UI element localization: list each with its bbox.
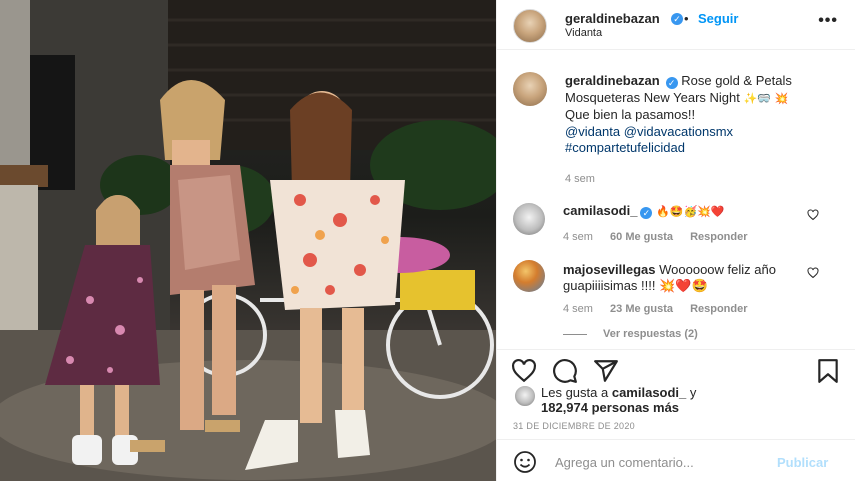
commenter-avatar[interactable] [513,203,545,235]
replies-divider [563,333,587,335]
mention-link[interactable]: @vidanta [565,124,620,139]
follow-button[interactable]: Seguir [698,11,738,26]
comment: camilasodi_ ✓ 🔥🤩🥳💥❤️ [563,203,793,220]
photo-illustration [0,0,496,481]
post-header: geraldinebazan ✓ • Seguir Vidanta ••• [497,0,855,50]
comment-meta: 4 sem 60 Me gusta Responder [563,231,748,243]
header-separator: • [684,11,689,26]
liker-avatar[interactable] [513,384,537,408]
likes-count[interactable]: 182,974 personas más [541,400,679,415]
hashtag-link[interactable]: #compartetufelicidad [565,140,685,155]
comment-likes[interactable]: 60 Me gusta [610,231,673,243]
reply-button[interactable]: Responder [690,303,747,315]
mention-link[interactable]: @vidavacationsmx [624,124,733,139]
likes-and: y [689,385,697,400]
like-comment-icon[interactable] [807,209,819,221]
share-icon[interactable] [593,358,619,384]
post-location[interactable]: Vidanta [565,27,602,39]
publish-button[interactable]: Publicar [777,455,828,470]
caption-time[interactable]: 4 sem [565,173,595,185]
caption-author-avatar[interactable] [513,72,547,106]
comment-text: 🔥🤩🥳💥❤️ [656,205,725,218]
comment-time[interactable]: 4 sem [563,303,593,315]
caption-emoji-2: 💥 [774,91,789,105]
instagram-post: geraldinebazan ✓ • Seguir Vidanta ••• ge… [0,0,855,481]
comment-icon[interactable] [552,358,578,384]
comment-username[interactable]: majosevillegas [563,262,656,277]
comment-username[interactable]: camilasodi_ [563,203,637,218]
post-sidebar: geraldinebazan ✓ • Seguir Vidanta ••• ge… [496,0,855,481]
view-replies-button[interactable]: Ver respuestas (2) [563,328,698,340]
bookmark-icon[interactable] [815,358,841,384]
commenter-avatar[interactable] [513,260,545,292]
comment-composer: Publicar [497,439,855,481]
comment-time[interactable]: 4 sem [563,231,593,243]
author-avatar[interactable] [513,9,547,43]
emoji-icon[interactable] [513,450,537,474]
caption-text-line3: Que bien la pasamos!! [565,107,696,122]
comment: majosevillegas Woooooow feliz año guapii… [563,262,793,294]
caption-emoji-1: ✨🥽 [743,91,771,105]
verified-badge-icon: ✓ [665,77,678,89]
likes-user[interactable]: camilasodi_ [612,385,686,400]
post-date[interactable]: 31 DE DICIEMBRE DE 2020 [513,421,635,431]
verified-badge-icon: ✓ [671,13,683,25]
verified-badge-icon: ✓ [640,207,653,219]
more-options-icon[interactable]: ••• [818,12,838,30]
likes-prefix: Les gusta a [541,385,609,400]
comment-meta: 4 sem 23 Me gusta Responder [563,303,748,315]
comment-likes[interactable]: 23 Me gusta [610,303,673,315]
post-caption: geraldinebazan ✓ Rose gold & Petals Mosqu… [565,73,827,157]
likes-summary[interactable]: Les gusta a camilasodi_ y 182,974 person… [541,385,741,415]
post-photo[interactable] [0,0,496,481]
heart-icon[interactable] [511,358,537,384]
like-comment-icon[interactable] [807,267,819,279]
view-replies-label: Ver respuestas (2) [603,328,698,340]
comment-input[interactable] [555,451,765,473]
author-username[interactable]: geraldinebazan [565,11,660,26]
caption-username[interactable]: geraldinebazan [565,73,660,88]
reply-button[interactable]: Responder [690,231,747,243]
